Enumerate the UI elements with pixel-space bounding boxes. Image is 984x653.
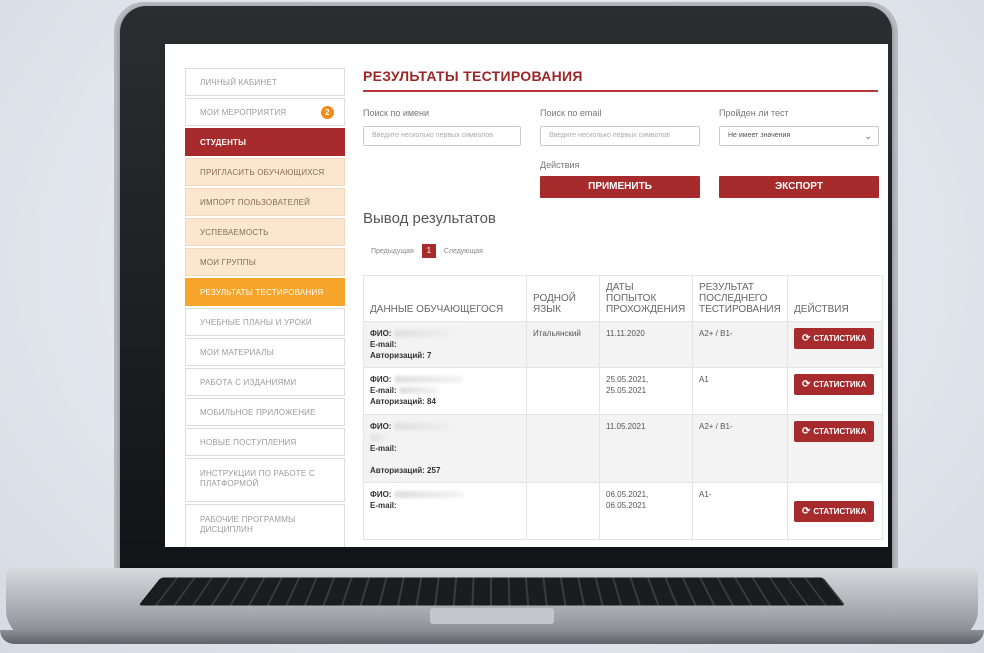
language-cell: Итальянский: [526, 321, 600, 368]
redacted-text: [370, 434, 390, 442]
statistics-button[interactable]: ⟳ Статистика: [794, 328, 875, 349]
laptop-base-lip: [0, 630, 984, 644]
email-search-label: Поиск по email: [540, 108, 602, 118]
sidebar-item-publications[interactable]: Работа с изданиями: [185, 368, 345, 396]
sidebar-item-my-materials[interactable]: Мои материалы: [185, 338, 345, 366]
redacted-text: [393, 330, 464, 338]
laptop-trackpad: [430, 608, 554, 624]
test-passed-label: Пройден ли тест: [719, 108, 789, 118]
events-count-badge: 2: [321, 106, 334, 119]
filters-panel: Поиск по имени Введите несколько первых …: [363, 92, 879, 202]
table-header-row: Данные обучающегося Родной язык Даты поп…: [363, 275, 883, 322]
test-passed-select[interactable]: Не имеет значения ⌄: [719, 126, 879, 146]
dates-cell: 11.05.2021: [599, 414, 693, 483]
actions-cell: ⟳ Статистика: [787, 414, 883, 483]
actions-cell: ⟳ Статистика: [787, 367, 883, 415]
actions-cell: ⟳ Статистика: [787, 482, 883, 540]
laptop-screen: Личный кабинет Мои мероприятия 2 Студенты…: [165, 44, 888, 547]
table-row: ФИО: E-mail: Авторизаций: 257 11.05.2021 …: [363, 414, 883, 483]
result-cell: A2+ / B1-: [692, 321, 788, 368]
laptop-keyboard: [138, 577, 846, 606]
sidebar-item-new-arrivals[interactable]: Новые поступления: [185, 428, 345, 456]
student-cell: ФИО: E-mail: Авторизаций: 7: [363, 321, 527, 368]
col-last-result: Результат последнего тестирования: [692, 275, 788, 322]
language-cell: [526, 367, 600, 415]
test-passed-value: Не имеет значения: [728, 132, 791, 139]
sidebar-item-my-events[interactable]: Мои мероприятия 2: [185, 98, 345, 126]
refresh-icon: ⟳: [802, 505, 811, 517]
sidebar-item-progress[interactable]: Успеваемость: [185, 218, 345, 246]
dates-cell: 25.05.2021, 25.05.2021: [599, 367, 693, 415]
sidebar-item-students[interactable]: Студенты: [185, 128, 345, 156]
sidebar-item-personal-account[interactable]: Личный кабинет: [185, 68, 345, 96]
student-cell: ФИО: E-mail: Авторизаций: 257: [363, 414, 527, 483]
col-actions: Действия: [787, 275, 883, 322]
email-search-input[interactable]: Введите несколько первых символов: [540, 126, 700, 146]
dates-cell: 11.11.2020: [599, 321, 693, 368]
sidebar-item-import-users[interactable]: Импорт пользователей: [185, 188, 345, 216]
col-student-data: Данные обучающегося: [363, 275, 527, 322]
student-cell: ФИО: E-mail:: [363, 482, 527, 540]
main-content: Результаты тестирования Поиск по имени В…: [363, 68, 883, 540]
export-button[interactable]: Экспорт: [719, 176, 879, 198]
result-cell: A1: [692, 367, 788, 415]
sidebar-menu: Личный кабинет Мои мероприятия 2 Студенты…: [185, 68, 345, 547]
redacted-text: [393, 376, 464, 384]
statistics-button[interactable]: ⟳ Статистика: [794, 500, 875, 522]
result-cell: A1-: [692, 482, 788, 540]
chevron-down-icon: ⌄: [864, 131, 872, 141]
actions-label: Действия: [540, 160, 580, 170]
language-cell: [526, 414, 600, 483]
pagination: Предыдущая 1 Следующая: [363, 241, 878, 261]
results-table: Данные обучающегося Родной язык Даты поп…: [363, 275, 883, 540]
col-attempt-dates: Даты попыток прохождения: [599, 275, 693, 322]
name-search-input[interactable]: Введите несколько первых символов: [363, 126, 521, 146]
page-title: Результаты тестирования: [363, 68, 878, 92]
current-page-number[interactable]: 1: [421, 244, 436, 258]
redacted-text: [393, 491, 464, 499]
statistics-button[interactable]: ⟳ Статистика: [794, 374, 875, 395]
prev-page-link[interactable]: Предыдущая: [371, 248, 414, 255]
sidebar-item-mobile-app[interactable]: Мобильное приложение: [185, 398, 345, 426]
name-search-label: Поиск по имени: [363, 108, 430, 118]
sidebar-item-work-programs[interactable]: Рабочие программы дисциплин: [185, 504, 345, 547]
student-cell: ФИО: E-mail: Авторизаций: 84: [363, 367, 527, 415]
apply-button[interactable]: Применить: [540, 176, 700, 198]
sidebar-item-curricula[interactable]: Учебные планы и уроки: [185, 308, 345, 336]
refresh-icon: ⟳: [802, 426, 811, 437]
sidebar-item-instructions[interactable]: Инструкции по работе с платформой: [185, 458, 345, 502]
table-row: ФИО: E-mail: 06.05.2021, 06.05.2021 A1- …: [363, 482, 883, 540]
actions-cell: ⟳ Статистика: [787, 321, 883, 368]
language-cell: [526, 482, 600, 540]
redacted-text: [398, 387, 439, 395]
table-row: ФИО: E-mail: Авторизаций: 84 25.05.2021,…: [363, 367, 883, 415]
sidebar-item-invite-students[interactable]: Пригласить обучающихся: [185, 158, 345, 186]
sidebar-item-my-groups[interactable]: Мои группы: [185, 248, 345, 276]
table-row: ФИО: E-mail: Авторизаций: 7 Итальянский 1…: [363, 321, 883, 368]
redacted-text: [393, 423, 464, 431]
next-page-link[interactable]: Следующая: [444, 248, 483, 255]
refresh-icon: ⟳: [802, 333, 811, 344]
results-section-title: Вывод результатов: [363, 210, 496, 227]
col-native-language: Родной язык: [526, 275, 600, 322]
result-cell: A2+ / B1-: [692, 414, 788, 483]
sidebar-item-test-results[interactable]: Результаты тестирования: [185, 278, 345, 306]
dates-cell: 06.05.2021, 06.05.2021: [599, 482, 693, 540]
statistics-button[interactable]: ⟳ Статистика: [794, 421, 875, 442]
refresh-icon: ⟳: [802, 379, 811, 390]
